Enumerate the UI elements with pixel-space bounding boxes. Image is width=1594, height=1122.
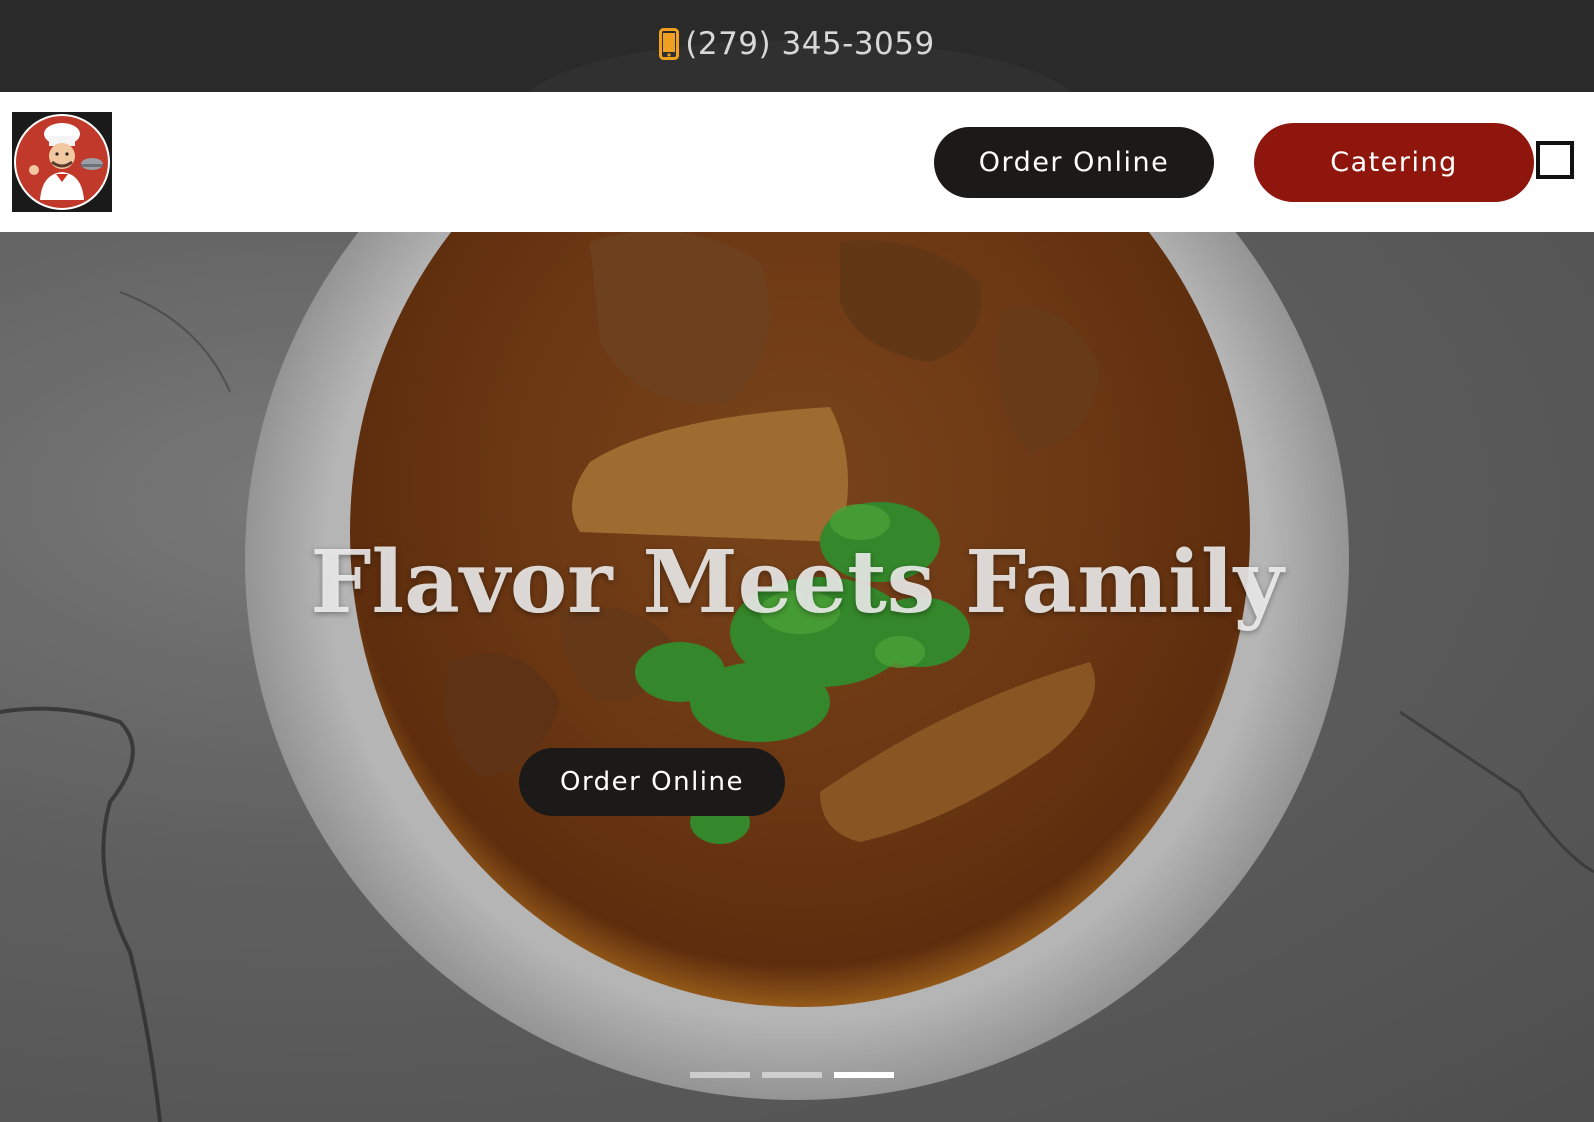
phone-link[interactable]: (279) 345-3059: [659, 26, 934, 62]
site-header: Order Online Catering: [0, 92, 1594, 232]
hero-title: Flavor Meets Family: [310, 532, 1284, 633]
order-online-button[interactable]: Order Online: [934, 127, 1214, 198]
hero-order-online-button[interactable]: Order Online: [519, 748, 785, 816]
hero-slider: Flavor Meets Family Order Online: [0, 232, 1594, 1122]
chef-mascot-logo[interactable]: [12, 112, 112, 212]
phone-number[interactable]: (279) 345-3059: [685, 26, 934, 62]
top-contact-bar: (279) 345-3059: [0, 0, 1594, 92]
hero-overlay: [0, 232, 1594, 1122]
slide-indicator-2[interactable]: [762, 1072, 822, 1078]
slide-indicator-3[interactable]: [834, 1072, 894, 1078]
mobile-phone-icon: [659, 28, 680, 60]
menu-toggle-icon[interactable]: [1536, 141, 1574, 179]
slider-indicators: [690, 1072, 894, 1078]
catering-button[interactable]: Catering: [1254, 123, 1534, 202]
slide-indicator-1[interactable]: [690, 1072, 750, 1078]
